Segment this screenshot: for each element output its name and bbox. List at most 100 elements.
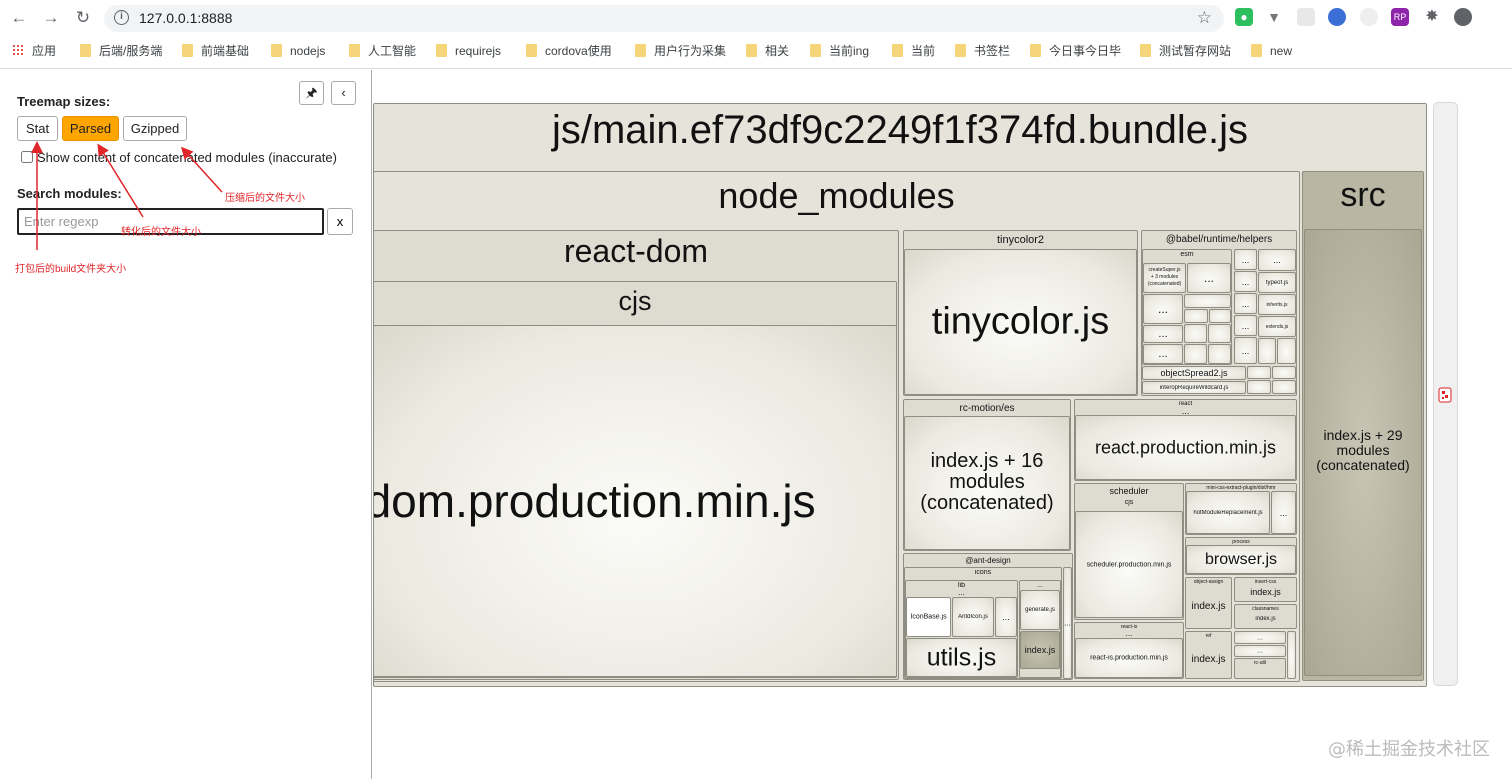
site-info-icon[interactable]: i (114, 10, 129, 25)
react-production-tile[interactable]: react.production.min.js (1075, 415, 1296, 480)
bookmark-star-icon[interactable]: ☆ (1197, 8, 1212, 28)
bookmark-item[interactable]: 当前ing (810, 43, 869, 59)
evernote-icon[interactable]: ● (1235, 8, 1253, 26)
react-is-production-tile[interactable]: react-is.production.min.js (1075, 638, 1183, 678)
concatenated-modules-option[interactable]: Show content of concatenated modules (in… (21, 150, 337, 165)
bookmark-item[interactable]: 今日事今日毕 (1030, 43, 1121, 59)
icon-base-label: IconBase.js (910, 613, 947, 621)
object-spread-tile[interactable]: objectSpread2.js (1142, 366, 1246, 380)
treemap[interactable]: js/main.ef73df9c2249f1f374fd.bundle.js n… (373, 70, 1512, 779)
bookmark-item[interactable]: 测试暂存网站 (1140, 43, 1231, 59)
bookmark-apps[interactable]: 应用 (12, 43, 56, 59)
helper-tile[interactable]: ... (1234, 293, 1257, 314)
esm-module-tile[interactable] (1209, 309, 1231, 323)
misc-tile[interactable]: ... (1234, 631, 1286, 644)
bookmark-item[interactable]: 前端基础 (182, 43, 249, 59)
esm-module-tile[interactable] (1208, 344, 1231, 364)
browser-extension-icon[interactable] (1328, 8, 1346, 26)
treemap-sizes-title: Treemap sizes: (17, 94, 111, 109)
object-assign-tile[interactable]: object-assign index.js (1185, 577, 1232, 629)
esm-module-tile[interactable] (1184, 294, 1231, 308)
rc-motion-index-tile[interactable]: index.js + 16 modules (concatenated) (904, 416, 1070, 550)
bookmark-item[interactable]: 人工智能 (349, 43, 416, 59)
bookmark-item[interactable]: 当前 (892, 43, 935, 59)
icons-index-tile[interactable]: index.js (1020, 631, 1060, 669)
vue-devtools-icon[interactable]: ▼ (1265, 8, 1283, 26)
helper-tile[interactable] (1247, 366, 1271, 379)
rc-motion-label: rc-motion/es (959, 403, 1015, 414)
esm-module-tile[interactable]: ... (1143, 294, 1183, 324)
esm-module-tile[interactable] (1184, 324, 1207, 343)
extension-icon[interactable] (1360, 8, 1378, 26)
helper-tile[interactable] (1258, 338, 1276, 364)
hot-module-tile[interactable]: hotModuleReplacement.js (1186, 491, 1270, 534)
url-text[interactable]: 127.0.0.1:8888 (139, 10, 232, 26)
helper-tile[interactable]: ... (1234, 315, 1257, 336)
ref-tile[interactable]: ref index.js (1185, 631, 1232, 679)
rp-extension-icon[interactable]: RP (1391, 8, 1409, 26)
lib-module-tile[interactable]: ... (995, 597, 1017, 637)
bookmark-item[interactable]: 后端/服务端 (80, 43, 162, 59)
esm-module-tile[interactable]: ... (1143, 325, 1183, 343)
bookmark-item[interactable]: 书签栏 (955, 43, 1010, 59)
bookmark-item[interactable]: new (1251, 43, 1292, 59)
generate-js-label: generate.js (1025, 607, 1055, 613)
pin-button[interactable]: 🖈 (299, 81, 324, 105)
esm-module-tile[interactable]: ... (1187, 263, 1231, 293)
collapse-button[interactable]: ‹ (331, 81, 356, 105)
reload-icon[interactable]: ↻ (72, 7, 94, 29)
helper-tile[interactable]: ... (1234, 271, 1257, 292)
hmr-module-tile[interactable]: ... (1271, 491, 1296, 534)
create-super-label-2: + 3 modules (1150, 274, 1179, 280)
generate-js-tile[interactable]: generate.js (1020, 590, 1060, 630)
helper-tile[interactable] (1272, 380, 1296, 394)
concatenated-modules-checkbox[interactable] (21, 151, 33, 163)
utils-js-tile[interactable]: utils.js (906, 638, 1017, 677)
puzzle-icon[interactable]: ✸ (1423, 8, 1441, 26)
icon-base-tile[interactable]: IconBase.js (906, 597, 951, 637)
tinycolor-js-tile[interactable]: tinycolor.js (904, 249, 1137, 395)
helper-tile[interactable] (1247, 380, 1271, 394)
browser-js-tile[interactable]: browser.js (1186, 545, 1296, 574)
esm-module-tile[interactable] (1208, 324, 1231, 343)
extension-icon[interactable] (1297, 8, 1315, 26)
bookmark-item[interactable]: nodejs (271, 43, 325, 59)
antd-icon-tile[interactable]: AntdIcon.js (952, 597, 994, 637)
create-super-tile[interactable]: createSuper.js + 3 modules (concatenated… (1143, 263, 1186, 293)
inherits-tile[interactable]: inherits.js (1258, 294, 1296, 315)
bookmark-item[interactable]: cordova使用 (526, 43, 612, 59)
parsed-button[interactable]: Parsed (62, 116, 119, 141)
scheduler-production-label: scheduler.production.min.js (1086, 561, 1172, 568)
bookmark-item[interactable]: requirejs (436, 43, 501, 59)
helper-tile[interactable] (1272, 366, 1296, 379)
clear-search-button[interactable]: x (327, 208, 353, 235)
misc-tile[interactable] (1287, 631, 1296, 679)
esm-module-tile[interactable] (1184, 344, 1207, 364)
src-index-tile[interactable]: index.js + 29 modules (concatenated) (1304, 229, 1422, 676)
misc-tile[interactable]: ... (1234, 645, 1286, 657)
interop-tile[interactable]: interopRequireWildcard.js (1142, 381, 1246, 394)
floating-widget-icon[interactable] (1438, 387, 1452, 403)
address-bar[interactable]: i 127.0.0.1:8888 ☆ (104, 5, 1224, 32)
helper-tile[interactable] (1277, 338, 1296, 364)
ant-design-module-tile[interactable]: ... (1063, 567, 1072, 679)
gzipped-button[interactable]: Gzipped (123, 116, 187, 141)
extends-tile[interactable]: extends.js (1258, 316, 1296, 337)
helper-tile[interactable]: ... (1234, 249, 1257, 270)
scheduler-production-tile[interactable]: scheduler.production.min.js (1075, 511, 1183, 618)
avatar-icon[interactable] (1454, 8, 1472, 26)
esm-module-tile[interactable] (1184, 309, 1208, 323)
stat-button[interactable]: Stat (17, 116, 58, 141)
helper-tile[interactable]: ... (1234, 337, 1257, 364)
react-dom-production-tile[interactable]: react-dom.production.min.js (373, 325, 897, 677)
back-icon[interactable]: ← (8, 7, 30, 29)
rc-util-tile[interactable]: rc-util (1234, 658, 1286, 679)
helper-tile[interactable]: ... (1258, 249, 1296, 271)
bookmark-item[interactable]: 相关 (746, 43, 789, 59)
esm-module-tile[interactable]: ... (1143, 344, 1183, 364)
classnames-tile[interactable]: classnames index.js (1234, 604, 1297, 629)
insert-css-tile[interactable]: insert-css index.js (1234, 577, 1297, 602)
typeof-tile[interactable]: typeof.js (1258, 272, 1296, 293)
forward-icon[interactable]: → (40, 7, 62, 29)
bookmark-item[interactable]: 用户行为采集 (635, 43, 726, 59)
